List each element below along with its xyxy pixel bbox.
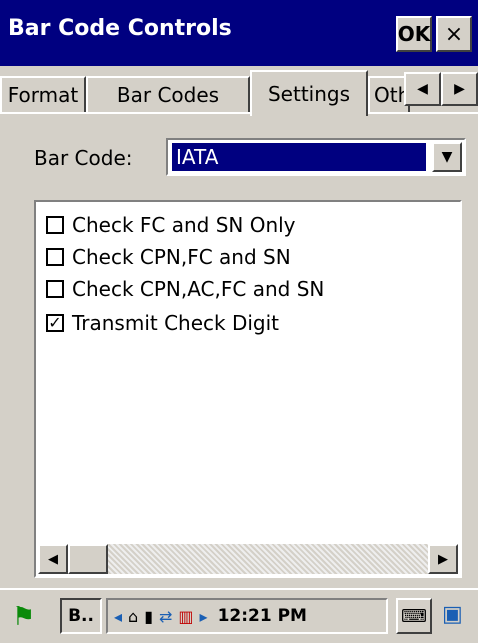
horizontal-scrollbar[interactable]: ◀ ▶ [38,544,458,574]
network-icon[interactable]: ⌂ [128,607,138,626]
connection-icon[interactable]: ⇄ [159,607,172,626]
scroll-right-icon[interactable]: ▶ [428,544,458,574]
option-label: Check CPN,FC and SN [72,245,291,269]
list-item[interactable]: Check CPN,AC,FC and SN [46,274,324,304]
tab-settings[interactable]: Settings [250,70,368,116]
list-item[interactable]: ✓ Transmit Check Digit [46,308,279,338]
tray-arrow-icon[interactable]: ◂ [114,607,122,626]
tab-scroll-arrows: ◀ ▶ [404,72,478,106]
window-title: Bar Code Controls [8,16,232,41]
task-button[interactable]: B.. [60,598,102,634]
system-tray: ◂ ⌂ ▮ ⇄ ▥ ▸ 12:21 PM [106,598,388,634]
tab-scroll-right-icon[interactable]: ▶ [441,72,478,106]
barcode-icon[interactable]: ▥ [178,607,193,626]
scroll-left-icon[interactable]: ◀ [38,544,68,574]
barcode-select[interactable]: IATA ▼ [166,138,466,176]
option-label: Check CPN,AC,FC and SN [72,277,325,301]
scroll-thumb[interactable] [68,544,108,574]
signal-icon[interactable]: ▮ [144,607,153,626]
options-list: Check FC and SN Only Check CPN,FC and SN… [34,200,462,578]
title-bar: Bar Code Controls OK × [0,0,478,66]
ok-button[interactable]: OK [396,16,432,52]
barcode-label: Bar Code: [34,146,133,170]
chevron-down-icon[interactable]: ▼ [432,142,462,172]
clock[interactable]: 12:21 PM [218,606,307,626]
barcode-select-value: IATA [172,143,426,171]
checkbox-checked[interactable]: ✓ [46,314,64,332]
tab-scroll-left-icon[interactable]: ◀ [404,72,441,106]
checkbox[interactable] [46,248,64,266]
option-label: Transmit Check Digit [72,311,280,335]
tray-expand-icon[interactable]: ▸ [200,607,208,626]
list-item[interactable]: Check CPN,FC and SN [46,242,291,272]
tab-divider [0,112,478,114]
keyboard-icon[interactable]: ⌨ [396,598,432,634]
list-item[interactable]: Check FC and SN Only [46,210,296,240]
option-label: Check FC and SN Only [72,213,296,237]
tab-bar-codes[interactable]: Bar Codes [86,76,250,112]
taskbar: ⚑ B.. ◂ ⌂ ▮ ⇄ ▥ ▸ 12:21 PM ⌨ ▣ [0,588,478,643]
start-flag-icon[interactable]: ⚑ [12,602,35,632]
checkbox[interactable] [46,280,64,298]
checkbox[interactable] [46,216,64,234]
desktop-icon[interactable]: ▣ [442,602,463,627]
close-button[interactable]: × [436,16,472,52]
tab-format[interactable]: Format [0,76,86,112]
